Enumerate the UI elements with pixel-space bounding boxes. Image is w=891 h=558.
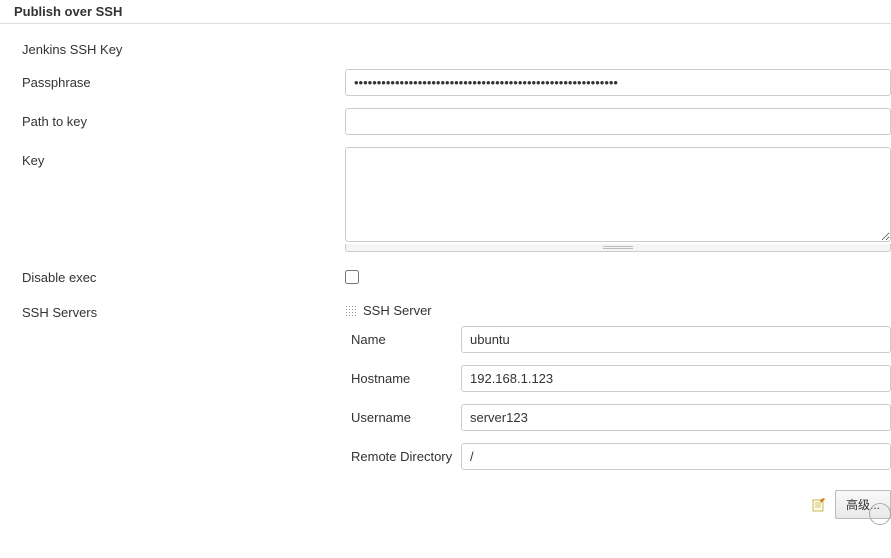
row-key: Key — [0, 141, 891, 258]
label-ssh-servers: SSH Servers — [0, 299, 345, 320]
button-row: 高级... — [345, 476, 891, 523]
row-passphrase: Passphrase — [0, 63, 891, 102]
textarea-resize-handle[interactable] — [345, 244, 891, 252]
server-username-input[interactable] — [461, 404, 891, 431]
server-remote-directory-input[interactable] — [461, 443, 891, 470]
notepad-icon — [811, 497, 827, 513]
label-jenkins-ssh-key: Jenkins SSH Key — [0, 36, 345, 57]
row-server-username: Username — [345, 398, 891, 437]
label-passphrase: Passphrase — [0, 69, 345, 90]
row-server-remote-directory: Remote Directory — [345, 437, 891, 476]
row-server-hostname: Hostname — [345, 359, 891, 398]
label-path-to-key: Path to key — [0, 108, 345, 129]
label-server-name: Name — [345, 332, 461, 347]
section-title: Publish over SSH — [0, 0, 891, 24]
label-server-username: Username — [345, 410, 461, 425]
label-key: Key — [0, 147, 345, 168]
label-server-remote-directory: Remote Directory — [345, 449, 461, 464]
row-disable-exec: Disable exec — [0, 258, 891, 293]
row-path-to-key: Path to key — [0, 102, 891, 141]
advanced-button[interactable]: 高级... — [835, 490, 891, 519]
row-server-name: Name — [345, 320, 891, 359]
path-to-key-input[interactable] — [345, 108, 891, 135]
form-area: Jenkins SSH Key Passphrase Path to key K… — [0, 24, 891, 529]
row-jenkins-ssh-key: Jenkins SSH Key — [0, 30, 891, 63]
server-hostname-input[interactable] — [461, 365, 891, 392]
passphrase-input[interactable] — [345, 69, 891, 96]
label-disable-exec: Disable exec — [0, 264, 345, 285]
drag-handle-icon[interactable] — [345, 305, 357, 317]
key-textarea[interactable] — [345, 147, 891, 242]
row-ssh-servers: SSH Servers SSH Server Name Hostname Use… — [0, 293, 891, 529]
label-server-hostname: Hostname — [345, 371, 461, 386]
ssh-server-header-text: SSH Server — [363, 303, 432, 318]
disable-exec-checkbox[interactable] — [345, 270, 359, 284]
ssh-server-header: SSH Server — [345, 299, 891, 320]
server-name-input[interactable] — [461, 326, 891, 353]
